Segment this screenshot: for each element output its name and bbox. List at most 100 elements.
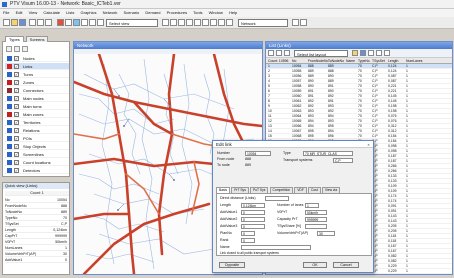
- settings-icon[interactable]: [300, 19, 307, 26]
- number-field[interactable]: 10054: [245, 151, 271, 156]
- flow-bundle-icon[interactable]: [97, 19, 104, 26]
- network-editor-icon[interactable]: [73, 19, 80, 26]
- network-object-item[interactable]: ✓ Detectors: [5, 167, 69, 174]
- addvalue3-field[interactable]: 0: [241, 224, 265, 229]
- pan-icon[interactable]: [186, 19, 193, 26]
- menu-procedures[interactable]: Procedures: [167, 10, 187, 15]
- list-select-icon[interactable]: [284, 50, 290, 56]
- network-object-item[interactable]: ✓ Territories: [5, 119, 69, 126]
- list-export-icon[interactable]: [384, 50, 390, 56]
- menu-calculate[interactable]: Calculate: [43, 10, 60, 15]
- rank-field[interactable]: 0: [241, 238, 255, 243]
- spatial-select-icon[interactable]: [22, 46, 29, 52]
- v0-field[interactable]: 50km/h: [305, 210, 327, 215]
- network-object-item[interactable]: ✓ Count locations: [5, 159, 69, 166]
- close-icon[interactable]: ×: [366, 142, 371, 147]
- list-columns-icon[interactable]: [368, 50, 374, 56]
- visibility-checkbox[interactable]: ✓: [14, 120, 19, 125]
- new-icon[interactable]: [3, 19, 10, 26]
- select-icon[interactable]: [218, 19, 225, 26]
- view-combo[interactable]: Select view: [106, 19, 158, 27]
- addvalue1-field[interactable]: 0: [241, 210, 265, 215]
- measure-icon[interactable]: [210, 19, 217, 26]
- network-object-item[interactable]: ✓ Main turns: [5, 103, 69, 110]
- network-combo[interactable]: Network: [238, 19, 288, 27]
- list-filter-icon[interactable]: [268, 50, 274, 56]
- list-open-icon[interactable]: [352, 50, 358, 56]
- menu-network[interactable]: Network: [103, 10, 118, 15]
- visibility-checkbox[interactable]: ✓: [14, 168, 19, 173]
- network-object-item[interactable]: ✓ Turns: [5, 71, 69, 78]
- visibility-checkbox[interactable]: ✓: [14, 160, 19, 165]
- insert-icon[interactable]: [14, 46, 21, 52]
- menu-window[interactable]: Window: [209, 10, 223, 15]
- filter-icon[interactable]: [89, 19, 96, 26]
- network-object-item[interactable]: ✓ POIs: [5, 135, 69, 142]
- menu-help[interactable]: Help: [229, 10, 237, 15]
- visibility-checkbox[interactable]: ✓: [14, 144, 19, 149]
- name-field[interactable]: [241, 245, 311, 250]
- help-icon[interactable]: [226, 19, 233, 26]
- print-icon[interactable]: [29, 19, 36, 26]
- zoom-all-icon[interactable]: [178, 19, 185, 26]
- calculate-icon[interactable]: [57, 19, 64, 26]
- open-icon[interactable]: [11, 19, 18, 26]
- network-object-item[interactable]: ✓ Main zones: [5, 111, 69, 118]
- zoom-in-icon[interactable]: [162, 19, 169, 26]
- addvalue2-field[interactable]: 0: [241, 217, 265, 222]
- network-object-item[interactable]: ✓ Links: [5, 63, 69, 70]
- cancel-button[interactable]: Cancel: [333, 262, 359, 268]
- visibility-checkbox[interactable]: ✓: [14, 64, 19, 69]
- tab-screens[interactable]: Screens: [25, 36, 49, 42]
- network-object-item[interactable]: ✓ Relations: [5, 127, 69, 134]
- list-sort-icon[interactable]: [376, 50, 382, 56]
- menu-demand[interactable]: Demand: [145, 10, 160, 15]
- visibility-checkbox[interactable]: ✓: [14, 88, 19, 93]
- tsys-field[interactable]: C,P: [333, 158, 353, 163]
- previous-view-icon[interactable]: [194, 19, 201, 26]
- network-object-item[interactable]: ✓ Zones: [5, 79, 69, 86]
- type-select[interactable]: 70 MR_STUR_CLAS: [303, 151, 353, 156]
- menu-graphics[interactable]: Graphics: [81, 10, 97, 15]
- visibility-checkbox[interactable]: ✓: [14, 72, 19, 77]
- zoom-out-icon[interactable]: [170, 19, 177, 26]
- visibility-checkbox[interactable]: ✓: [14, 80, 19, 85]
- list-sync-icon[interactable]: [276, 50, 282, 56]
- list-layout-select[interactable]: Select list layout: [294, 50, 348, 57]
- list-icon[interactable]: [81, 19, 88, 26]
- ok-button[interactable]: OK: [303, 262, 327, 268]
- next-view-icon[interactable]: [202, 19, 209, 26]
- menu-edit[interactable]: Edit: [16, 10, 23, 15]
- save-icon[interactable]: [19, 19, 26, 26]
- network-object-item[interactable]: ✓ Nodes: [5, 55, 69, 62]
- undo-icon[interactable]: [37, 19, 44, 26]
- visibility-checkbox[interactable]: ✓: [14, 104, 19, 109]
- tsys-share-field[interactable]: [305, 224, 327, 229]
- refresh-icon[interactable]: [292, 19, 299, 26]
- tab-types[interactable]: Types: [5, 36, 24, 42]
- list-save-icon[interactable]: [360, 50, 366, 56]
- visibility-checkbox[interactable]: ✓: [14, 96, 19, 101]
- direct-distance-field[interactable]: [265, 196, 289, 201]
- volume-field[interactable]: 30: [317, 231, 335, 236]
- opposite-button[interactable]: Opposite: [219, 262, 245, 268]
- menu-lists[interactable]: Lists: [66, 10, 74, 15]
- visibility-checkbox[interactable]: ✓: [14, 112, 19, 117]
- visibility-checkbox[interactable]: ✓: [14, 136, 19, 141]
- length-field[interactable]: 0,124km: [241, 203, 265, 208]
- network-object-item[interactable]: ✓ Main nodes: [5, 95, 69, 102]
- network-object-item[interactable]: ✓ Stop Objects: [5, 143, 69, 150]
- network-object-item[interactable]: ✓ Screenlines: [5, 151, 69, 158]
- planno-field[interactable]: 0: [241, 231, 255, 236]
- menu-view[interactable]: View: [29, 10, 38, 15]
- redo-icon[interactable]: [45, 19, 52, 26]
- menu-file[interactable]: File: [3, 10, 9, 15]
- menu-tools[interactable]: Tools: [193, 10, 202, 15]
- network-object-item[interactable]: ✓ Connectors: [5, 87, 69, 94]
- capprt-field[interactable]: 999999: [305, 217, 327, 222]
- visibility-checkbox[interactable]: ✓: [14, 128, 19, 133]
- visibility-checkbox[interactable]: ✓: [14, 152, 19, 157]
- pointer-icon[interactable]: [6, 46, 12, 52]
- numlanes-field[interactable]: 1: [305, 203, 319, 208]
- visibility-checkbox[interactable]: ✓: [14, 56, 19, 61]
